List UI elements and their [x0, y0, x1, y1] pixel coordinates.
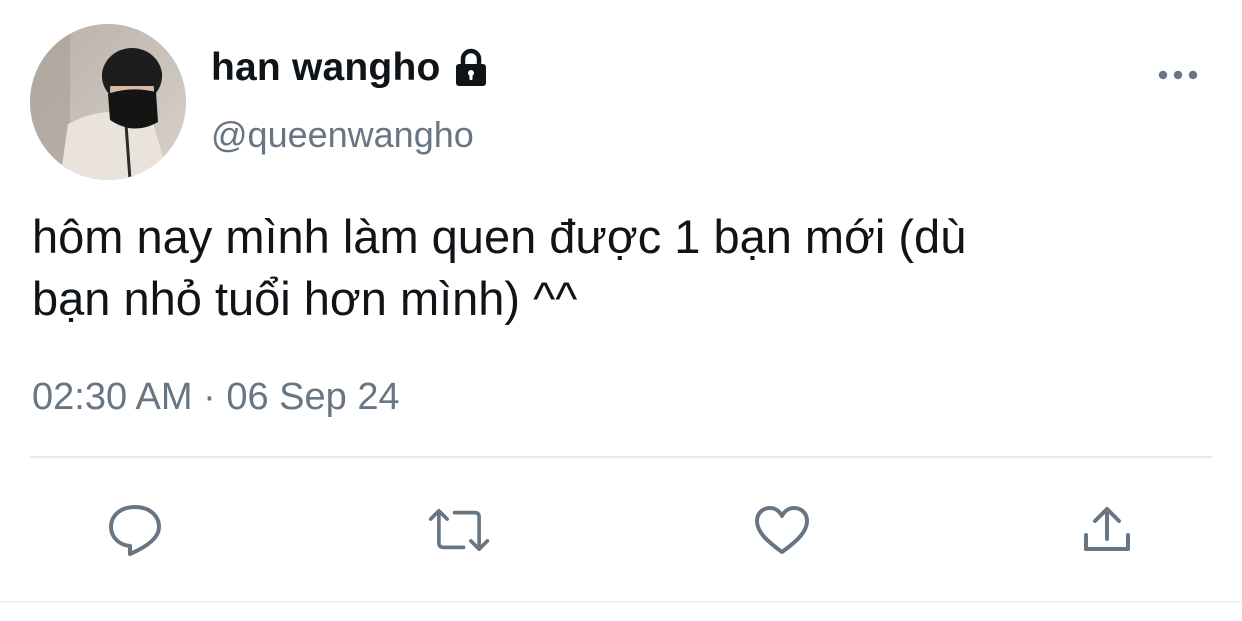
share-button[interactable] — [1075, 498, 1139, 562]
like-button[interactable] — [750, 498, 814, 562]
tweet-time: 02:30 AM — [32, 376, 193, 418]
share-icon — [1084, 507, 1130, 551]
retweet-button[interactable] — [427, 498, 491, 562]
reply-button[interactable] — [103, 498, 167, 562]
lock-icon — [450, 47, 492, 89]
avatar[interactable] — [30, 24, 186, 180]
reply-icon — [109, 505, 161, 556]
retweet-icon — [428, 508, 490, 552]
heart-icon — [755, 506, 809, 554]
tweet-timestamp[interactable]: 02:30 AM · 06 Sep 24 — [32, 374, 400, 420]
display-name[interactable]: han wangho — [211, 46, 441, 90]
timestamp-separator: · — [203, 376, 216, 418]
tweet-text: hôm nay mình làm quen được 1 bạn mới (dù… — [32, 206, 1192, 330]
more-icon — [1158, 70, 1198, 80]
tweet-line-1: hôm nay mình làm quen được 1 bạn mới (dù — [32, 210, 967, 263]
bottom-divider — [0, 601, 1242, 603]
more-options-button[interactable] — [1156, 60, 1200, 90]
divider — [30, 456, 1212, 458]
author-handle[interactable]: @queenwangho — [211, 113, 474, 157]
tweet-line-2: bạn nhỏ tuổi hơn mình) ^^ — [32, 272, 578, 325]
author-name-row[interactable]: han wangho — [211, 44, 492, 92]
tweet-date: 06 Sep 24 — [226, 376, 400, 418]
